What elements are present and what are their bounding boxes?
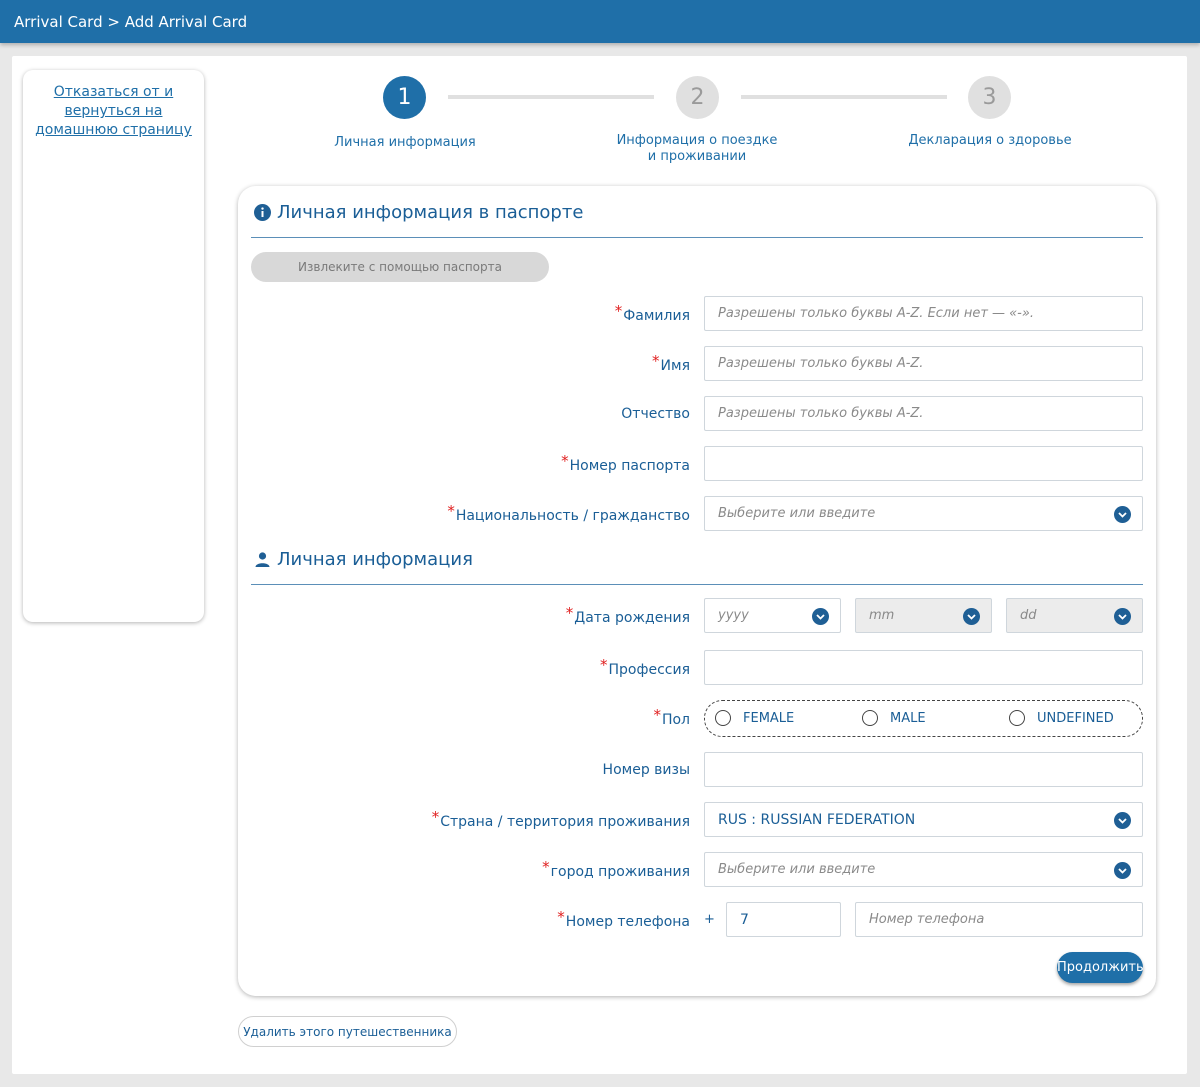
step-3-label: Декларация о здоровье xyxy=(908,133,1072,148)
required-asterisk: * xyxy=(565,604,574,622)
nationality-label: *Национальность / гражданство xyxy=(447,502,690,524)
gender-option-male[interactable]: MALE xyxy=(862,710,926,726)
radio-circle[interactable] xyxy=(715,710,731,726)
required-asterisk: * xyxy=(652,352,660,370)
required-asterisk: * xyxy=(447,502,455,520)
radio-circle[interactable] xyxy=(1009,710,1025,726)
required-asterisk: * xyxy=(557,908,565,926)
birth-date-label: *Дата рождения xyxy=(565,604,690,626)
profession-label: *Профессия xyxy=(600,656,690,678)
required-asterisk: * xyxy=(431,808,440,826)
step-2-label: Информация о поездке и проживании xyxy=(616,133,778,164)
residence-country-select[interactable]: RUS : RUSSIAN FEDERATION xyxy=(704,802,1143,837)
phone-number-input[interactable]: Номер телефона xyxy=(855,902,1143,937)
first-name-input[interactable]: Разрешены только буквы A-Z. xyxy=(704,346,1143,381)
personal-section-title: Личная информация xyxy=(254,549,473,570)
chevron-down-icon xyxy=(1114,812,1131,829)
phone-country-code-input[interactable]: 7 xyxy=(726,902,841,937)
passport-number-label: *Номер паспорта xyxy=(561,452,690,474)
required-asterisk: * xyxy=(653,706,661,724)
personal-section-divider xyxy=(251,584,1143,585)
gender-radio-group: FEMALE MALE UNDEFINED xyxy=(704,700,1143,737)
gender-option-female[interactable]: FEMALE xyxy=(715,710,794,726)
birth-month-select[interactable]: mm xyxy=(855,598,992,633)
step-1-circle: 1 xyxy=(383,76,426,119)
residence-city-select[interactable]: Выберите или введите xyxy=(704,852,1143,887)
surname-input[interactable]: Разрешены только буквы A-Z. Если нет — «… xyxy=(704,296,1143,331)
birth-day-select[interactable]: dd xyxy=(1006,598,1143,633)
surname-label: *Фамилия xyxy=(614,302,690,324)
radio-circle[interactable] xyxy=(862,710,878,726)
top-bar: Arrival Card > Add Arrival Card xyxy=(0,0,1200,43)
passport-number-input[interactable] xyxy=(704,446,1143,481)
visa-number-label: Номер визы xyxy=(602,762,690,778)
info-icon xyxy=(254,204,271,221)
passport-section-title-text: Личная информация в паспорте xyxy=(277,202,584,223)
chevron-down-icon xyxy=(1114,608,1131,625)
step-connector-1 xyxy=(448,95,654,99)
residence-country-label: *Страна / территория проживания xyxy=(431,808,690,830)
personal-section-title-text: Личная информация xyxy=(277,549,473,570)
step-3-circle: 3 xyxy=(968,76,1011,119)
step-2-circle: 2 xyxy=(676,76,719,119)
breadcrumb: Arrival Card > Add Arrival Card xyxy=(14,13,248,31)
phone-plus-prefix: + xyxy=(704,912,715,927)
person-icon xyxy=(254,551,271,568)
nationality-select[interactable]: Выберите или введите xyxy=(704,496,1143,531)
chevron-down-icon xyxy=(1114,506,1131,523)
chevron-down-icon xyxy=(1114,862,1131,879)
residence-city-label: *город проживания xyxy=(542,858,690,880)
cancel-return-home-link[interactable]: Отказаться от и вернуться на домашнюю ст… xyxy=(23,83,204,140)
gender-option-undefined[interactable]: UNDEFINED xyxy=(1009,710,1114,726)
sidebar-panel: Отказаться от и вернуться на домашнюю ст… xyxy=(23,70,204,622)
patronymic-input[interactable]: Разрешены только буквы A-Z. xyxy=(704,396,1143,431)
delete-traveler-button[interactable]: Удалить этого путешественника xyxy=(238,1016,457,1047)
required-asterisk: * xyxy=(561,452,569,470)
step-1-label: Личная информация xyxy=(334,135,476,150)
extract-from-passport-button[interactable]: Извлеките с помощью паспорта xyxy=(251,252,549,282)
profession-input[interactable] xyxy=(704,650,1143,685)
birth-year-select[interactable]: yyyy xyxy=(704,598,841,633)
required-asterisk: * xyxy=(600,656,608,674)
required-asterisk: * xyxy=(614,302,623,320)
gender-label: *Пол xyxy=(653,706,690,728)
phone-label: *Номер телефона xyxy=(557,908,690,930)
step-connector-2 xyxy=(741,95,947,99)
patronymic-label: Отчество xyxy=(621,406,690,422)
first-name-label: *Имя xyxy=(652,352,690,374)
required-asterisk: * xyxy=(542,858,550,876)
passport-section-title: Личная информация в паспорте xyxy=(254,202,583,223)
chevron-down-icon xyxy=(963,608,980,625)
continue-button[interactable]: Продолжить xyxy=(1057,952,1144,983)
chevron-down-icon xyxy=(812,608,829,625)
visa-number-input[interactable] xyxy=(704,752,1143,787)
passport-section-divider xyxy=(251,237,1143,238)
